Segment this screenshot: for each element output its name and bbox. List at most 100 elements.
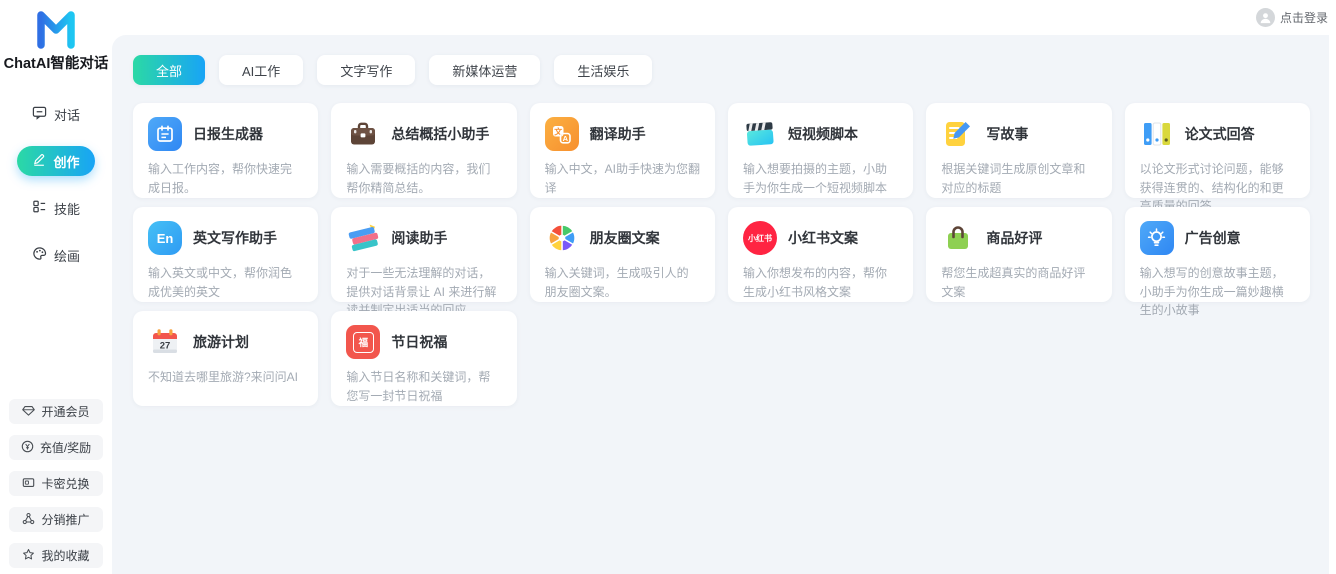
sidebar-item-card-redeem[interactable]: 卡密兑换 [9,471,103,496]
card-description: 帮您生成超真实的商品好评文案 [941,266,1086,299]
sidebar-item-membership[interactable]: 开通会员 [9,399,103,424]
palette-icon [32,246,47,264]
gem-icon [22,404,36,420]
english-badge-icon: En [148,221,182,255]
sidebar-item-distribution[interactable]: 分销推广 [9,507,103,532]
card-title: 日报生成器 [193,126,263,142]
xiaohongshu-icon: 小红书 [742,221,777,255]
card-english-writing[interactable]: En 英文写作助手 输入英文或中文，帮你润色成优美的英文 [133,207,319,302]
coin-yuan-icon [21,440,34,456]
share-network-icon [22,512,35,528]
card-title: 广告创意 [1184,230,1241,246]
sidebar-footer: 开通会员 充值/奖励 卡密兑换 分销推广 我的收藏 [0,399,112,568]
skills-grid-icon [32,199,47,217]
card-description: 输入中文，AI助手快速为您翻译 [544,162,700,195]
card-ad-creative[interactable]: 广告创意 输入想写的创意故事主题，小助手为你生成一篇妙趣横生的小故事 [1124,207,1310,317]
card-title: 论文式回答 [1184,126,1255,142]
sidebar-item-paint[interactable]: 绘画 [17,240,95,270]
card-reading-helper[interactable]: 阅读助手 对于一些无法理解的对话，提供对话背景让 AI 来进行解读并制定出适当的… [331,207,517,317]
sidebar-item-chat[interactable]: 对话 [17,99,95,129]
svg-text:27: 27 [160,340,171,351]
card-title: 英文写作助手 [193,230,277,246]
card-title: 阅读助手 [391,230,448,246]
topbar: 点击登录 [112,0,1336,35]
festival-fu-icon: 福 [346,325,381,359]
card-title: 节日祝福 [391,334,448,350]
card-description: 输入需要概括的内容，我们帮你精简总结。 [346,162,491,195]
creation-panel: 全部 AI工作 文字写作 新媒体运营 生活娱乐 日报生成器 输入工作内容，帮你快… [112,35,1336,574]
stacked-books-icon [346,221,380,255]
tab-new-media[interactable]: 新媒体运营 [429,55,541,85]
tab-ai-work[interactable]: AI工作 [219,55,304,85]
pill-label: 充值/奖励 [39,441,92,455]
user-avatar-icon [1255,8,1275,27]
card-description: 输入英文或中文，帮你润色成优美的英文 [148,266,293,299]
sidebar-item-label: 创作 [53,154,80,170]
sidebar-item-recharge[interactable]: 充值/奖励 [9,435,103,460]
pill-label: 卡密兑换 [41,477,90,491]
sidebar-item-label: 绘画 [53,248,80,264]
tool-card-grid: 日报生成器 输入工作内容，帮你快速完成日报。 总结概括小助手 输入需要概括的内容… [133,103,1310,406]
card-summary-helper[interactable]: 总结概括小助手 输入需要概括的内容，我们帮你精简总结。 [331,103,517,198]
moments-pinwheel-icon [545,221,579,255]
tab-text-writing[interactable]: 文字写作 [317,55,416,85]
clapperboard-icon [743,117,777,151]
card-description: 输入想要拍摄的主题，小助手为你生成一个短视频脚本 [742,162,887,195]
sidebar-item-label: 技能 [53,201,80,217]
card-title: 短视频脚本 [787,126,858,142]
app-title: ChatAI智能对话 [3,56,109,72]
document-pencil-icon [941,117,975,151]
lightbulb-icon [1139,221,1174,255]
briefcase-icon [346,117,380,151]
card-description: 根据关键词生成原创文章和对应的标题 [941,162,1086,195]
login-button[interactable]: 点击登录 [1255,8,1328,27]
tab-life-fun[interactable]: 生活娱乐 [554,55,653,85]
sidebar-item-favorites[interactable]: 我的收藏 [9,543,103,568]
login-label: 点击登录 [1279,11,1328,25]
chat-bubble-icon [32,105,47,123]
binders-icon [1140,117,1174,151]
pill-label: 我的收藏 [41,549,90,563]
card-description: 不知道去哪里旅游?来问问AI [148,370,299,384]
translate-icon: 文A [544,117,579,151]
sidebar-item-create[interactable]: 创作 [17,146,95,176]
sidebar-item-skills[interactable]: 技能 [17,193,95,223]
card-title: 朋友圈文案 [589,230,660,246]
card-icon [22,476,35,492]
card-title: 翻译助手 [589,126,646,142]
card-description: 输入工作内容，帮你快速完成日报。 [148,162,293,195]
scrollbar-track[interactable] [1329,35,1336,574]
card-translate-helper[interactable]: 文A 翻译助手 输入中文，AI助手快速为您翻译 [529,103,715,198]
card-moments-copy[interactable]: 朋友圈文案 输入关键词，生成吸引人的朋友圈文案。 [529,207,715,302]
card-essay-answer[interactable]: 论文式回答 以论文形式讨论问题，能够获得连贯的、结构化的和更高质量的回答。 [1124,103,1310,213]
card-description: 输入节日名称和关键词，帮您写一封节日祝福 [346,370,491,403]
calendar-27-icon: 27 [148,325,182,359]
card-short-video-script[interactable]: 短视频脚本 输入想要拍摄的主题，小助手为你生成一个短视频脚本 [727,103,914,198]
pill-label: 开通会员 [41,405,90,419]
card-title: 写故事 [986,126,1029,142]
chatai-m-logo [33,5,79,49]
card-description: 输入想写的创意故事主题，小助手为你生成一篇妙趣横生的小故事 [1139,266,1284,318]
category-tabs: 全部 AI工作 文字写作 新媒体运营 生活娱乐 [133,55,1310,85]
card-title: 旅游计划 [193,334,249,350]
card-product-review[interactable]: 商品好评 帮您生成超真实的商品好评文案 [926,207,1112,302]
sidebar-nav: 对话 创作 技能 绘画 [17,99,95,270]
card-xiaohongshu-copy[interactable]: 小红书 小红书文案 输入你想发布的内容，帮你生成小红书风格文案 [727,207,914,302]
card-write-story[interactable]: 写故事 根据关键词生成原创文章和对应的标题 [926,103,1112,198]
card-description: 输入你想发布的内容，帮你生成小红书风格文案 [742,266,887,299]
pencil-icon [32,153,46,170]
daily-report-clipboard-icon [148,117,182,151]
card-daily-report[interactable]: 日报生成器 输入工作内容，帮你快速完成日报。 [133,103,319,198]
pill-label: 分销推广 [41,513,90,527]
card-title: 小红书文案 [787,230,858,246]
star-icon [22,548,35,564]
shopping-bag-icon [941,221,975,255]
card-festival-greeting[interactable]: 福 节日祝福 输入节日名称和关键词，帮您写一封节日祝福 [331,311,517,406]
sidebar-item-label: 对话 [53,107,80,123]
card-title: 总结概括小助手 [391,126,490,142]
card-description: 输入关键词，生成吸引人的朋友圈文案。 [544,266,689,299]
card-travel-plan[interactable]: 27 旅游计划 不知道去哪里旅游?来问问AI [133,311,319,406]
card-title: 商品好评 [986,230,1043,246]
tab-all[interactable]: 全部 [133,55,206,85]
sidebar: ChatAI智能对话 对话 创作 技能 绘画 开通会员 充值/奖励 卡密兑换 分… [0,0,112,574]
